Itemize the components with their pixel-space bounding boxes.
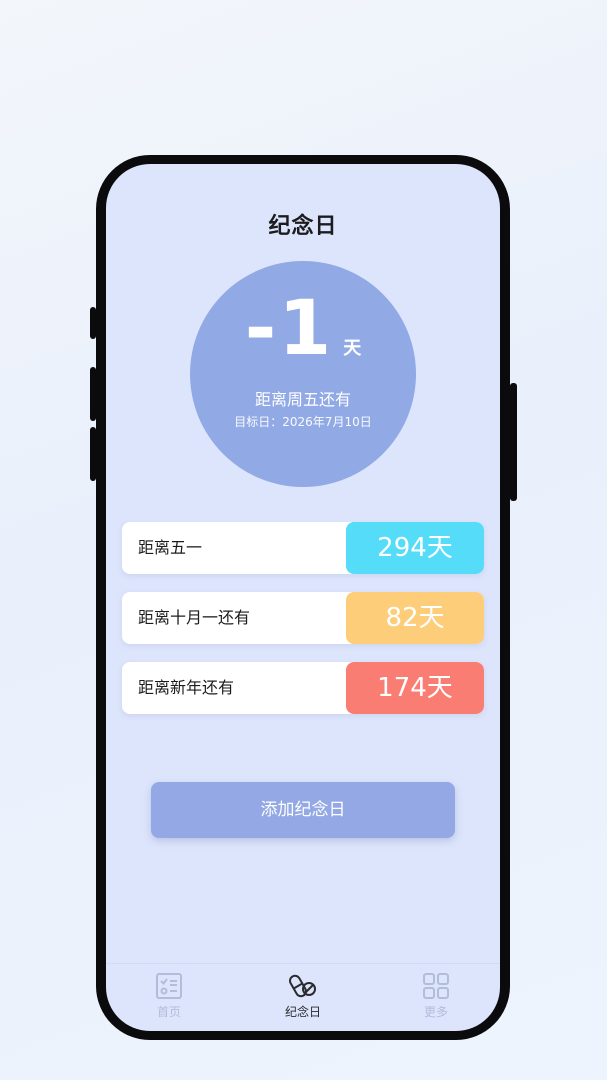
event-name: 距离十月一还有	[138, 608, 251, 627]
tab-home-label: 首页	[156, 1005, 181, 1019]
event-row-national-day[interactable]: 距离十月一还有 82天	[122, 592, 484, 644]
add-anniversary-button[interactable]: 添加纪念日	[151, 782, 455, 838]
checklist-icon	[156, 973, 182, 999]
page-title: 纪念日	[268, 214, 338, 239]
event-name: 距离新年还有	[138, 678, 235, 697]
countdown-circle: -1 天 距离周五还有 目标日：2026年7月10日	[190, 261, 416, 487]
tab-home[interactable]: 首页	[129, 972, 209, 1020]
event-row-labor-day[interactable]: 距离五一 294天	[122, 522, 484, 574]
countdown-target-date: 目标日：2026年7月10日	[234, 415, 372, 429]
tab-more[interactable]: 更多	[396, 972, 476, 1020]
tab-more-label: 更多	[423, 1005, 448, 1019]
phone-side-button-volume-up	[90, 367, 96, 421]
event-days-badge: 82天	[346, 592, 484, 644]
bottom-tab-bar: 首页 纪念日 更多	[106, 963, 500, 1031]
phone-side-button-mute	[90, 307, 96, 339]
event-days-badge: 294天	[346, 522, 484, 574]
event-days-badge: 174天	[346, 662, 484, 714]
phone-frame: 纪念日 -1 天 距离周五还有 目标日：2026年7月10日 距离五一 294天 …	[90, 155, 517, 1040]
phone-side-button-power	[510, 383, 517, 501]
countdown-unit: 天	[343, 338, 362, 359]
countdown-label: 距离周五还有	[254, 390, 351, 409]
pills-icon	[289, 974, 316, 998]
app-screen: 纪念日 -1 天 距离周五还有 目标日：2026年7月10日 距离五一 294天 …	[106, 164, 500, 1031]
tab-anniversary[interactable]: 纪念日	[263, 972, 343, 1020]
countdown-value: -1 天	[190, 283, 416, 372]
countdown-number: -1	[244, 283, 334, 372]
event-name: 距离五一	[138, 538, 203, 557]
phone-side-button-volume-down	[90, 427, 96, 481]
tab-anniversary-label: 纪念日	[284, 1005, 321, 1019]
grid-icon	[423, 973, 449, 999]
event-row-new-year[interactable]: 距离新年还有 174天	[122, 662, 484, 714]
